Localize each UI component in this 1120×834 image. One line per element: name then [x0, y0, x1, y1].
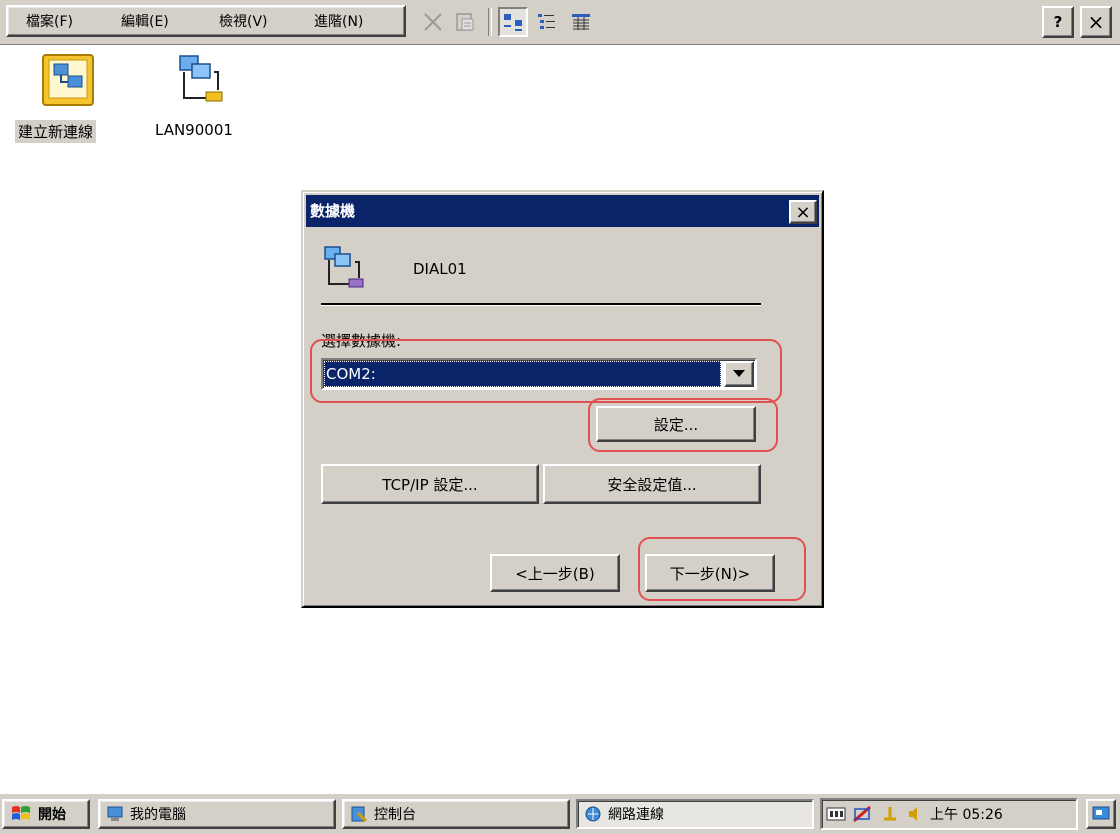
- modem-select[interactable]: COM2:: [321, 358, 757, 390]
- network-computers-icon: [179, 55, 223, 102]
- toolbar-separator: [488, 8, 492, 36]
- modem-dialog: 數據機 × DIAL01 選擇數據機: COM2: 設定... TCP/IP 設…: [301, 190, 824, 608]
- select-modem-label: 選擇數據機:: [321, 332, 402, 350]
- system-tray: 上午 05:26: [820, 798, 1078, 830]
- chevron-down-icon: [733, 370, 745, 377]
- task-control-panel[interactable]: 控制台: [342, 799, 570, 829]
- menu-advanced[interactable]: 進階(N): [314, 12, 363, 32]
- back-button[interactable]: <上一步(B): [490, 554, 620, 592]
- pen-input-icon[interactable]: [852, 805, 874, 823]
- connection-icon: [321, 244, 369, 292]
- details-view-icon: [572, 14, 590, 30]
- my-computer-icon: [107, 806, 123, 821]
- dial-connection-icon: [324, 246, 364, 288]
- start-button[interactable]: 開始: [2, 799, 90, 829]
- tcpip-settings-button[interactable]: TCP/IP 設定...: [321, 464, 539, 504]
- next-button[interactable]: 下一步(N)>: [645, 554, 775, 592]
- list-view-icon: [538, 14, 555, 29]
- task-label: 網路連線: [608, 807, 664, 823]
- network-connections-icon: [585, 806, 601, 822]
- task-my-computer[interactable]: 我的電腦: [98, 799, 336, 829]
- menu-edit[interactable]: 編輯(E): [121, 12, 169, 32]
- show-desktop-button[interactable]: [1086, 799, 1116, 829]
- volume-icon[interactable]: [906, 805, 924, 823]
- task-network-connections[interactable]: 網路連線: [576, 799, 814, 829]
- windows-logo-icon: [12, 806, 30, 820]
- menu-view[interactable]: 檢視(V): [219, 12, 268, 32]
- menu-bar: 檔案(F) 編輯(E) 檢視(V) 進階(N): [6, 5, 406, 37]
- task-label: 我的電腦: [130, 807, 186, 823]
- modem-dropdown-button[interactable]: [724, 361, 754, 387]
- new-connection-wizard-icon: [42, 54, 94, 106]
- dialog-title: 數據機: [310, 202, 356, 220]
- start-label: 開始: [38, 807, 66, 823]
- lan-connection-icon[interactable]: [172, 50, 232, 110]
- delete-icon: [424, 13, 442, 31]
- make-new-connection-label[interactable]: 建立新連線: [15, 120, 97, 143]
- help-button[interactable]: ?: [1042, 6, 1074, 38]
- usb-connection-icon[interactable]: [880, 805, 900, 823]
- modem-select-value[interactable]: COM2:: [324, 361, 721, 387]
- make-new-connection-icon[interactable]: [40, 52, 96, 108]
- delete-button[interactable]: [418, 7, 448, 37]
- security-settings-button[interactable]: 安全設定值...: [543, 464, 761, 504]
- clock[interactable]: 上午 05:26: [930, 804, 1003, 824]
- dialog-titlebar: 數據機: [306, 195, 819, 227]
- separator-line: [321, 303, 761, 306]
- properties-button[interactable]: [450, 7, 480, 37]
- close-button[interactable]: ×: [1080, 6, 1112, 38]
- configure-button[interactable]: 設定...: [596, 406, 756, 442]
- properties-icon: [456, 13, 474, 31]
- large-icons-icon: [504, 14, 522, 31]
- lan-connection-label[interactable]: LAN90001: [152, 120, 236, 140]
- connection-name: DIAL01: [413, 260, 467, 278]
- taskbar: 開始 我的電腦 控制台 網路連線 上午 05:26: [0, 792, 1120, 834]
- desktop-icon: [1092, 806, 1110, 820]
- menu-file[interactable]: 檔案(F): [26, 12, 73, 32]
- task-label: 控制台: [374, 807, 416, 823]
- details-view-button[interactable]: [566, 7, 596, 37]
- large-icons-view-button[interactable]: [498, 7, 528, 37]
- control-panel-icon: [351, 806, 368, 823]
- list-view-button[interactable]: [532, 7, 562, 37]
- network-status-icon[interactable]: [826, 805, 846, 823]
- dialog-close-button[interactable]: ×: [789, 200, 817, 224]
- command-bar: 檔案(F) 編輯(E) 檢視(V) 進階(N) ? ×: [0, 0, 1120, 45]
